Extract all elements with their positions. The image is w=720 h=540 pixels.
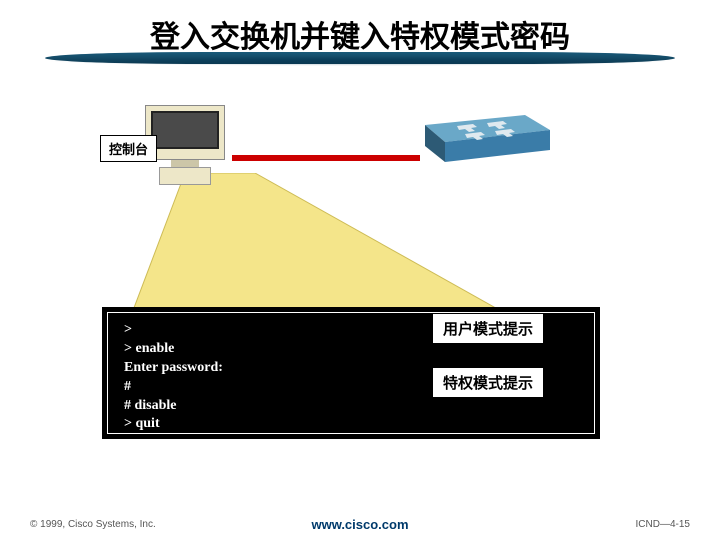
console-cable (232, 155, 420, 161)
monitor-screen (151, 111, 219, 149)
annotation-priv-mode: 特权模式提示 (432, 367, 544, 398)
copyright-text: © 1999, Cisco Systems, Inc. (30, 519, 156, 530)
slide-body: 控制台 > > enable Enter password: # # disab… (0, 85, 720, 500)
arrow-user-mode (305, 321, 433, 335)
page-number: ICND—4-15 (636, 519, 690, 530)
slide-title: 登入交换机并键入特权模式密码 (150, 12, 570, 56)
console-label: 控制台 (100, 135, 157, 162)
switch-device (415, 110, 555, 165)
terminal-line: > quit (124, 415, 578, 434)
monitor-base (159, 167, 211, 185)
slide-footer: © 1999, Cisco Systems, Inc. www.cisco.co… (30, 519, 690, 530)
terminal-line: # disable (124, 397, 578, 416)
arrow-priv-mode (305, 375, 433, 389)
annotation-user-mode: 用户模式提示 (432, 313, 544, 344)
slide-title-bar: 登入交换机并键入特权模式密码 (45, 10, 675, 58)
footer-url: www.cisco.com (311, 517, 408, 532)
